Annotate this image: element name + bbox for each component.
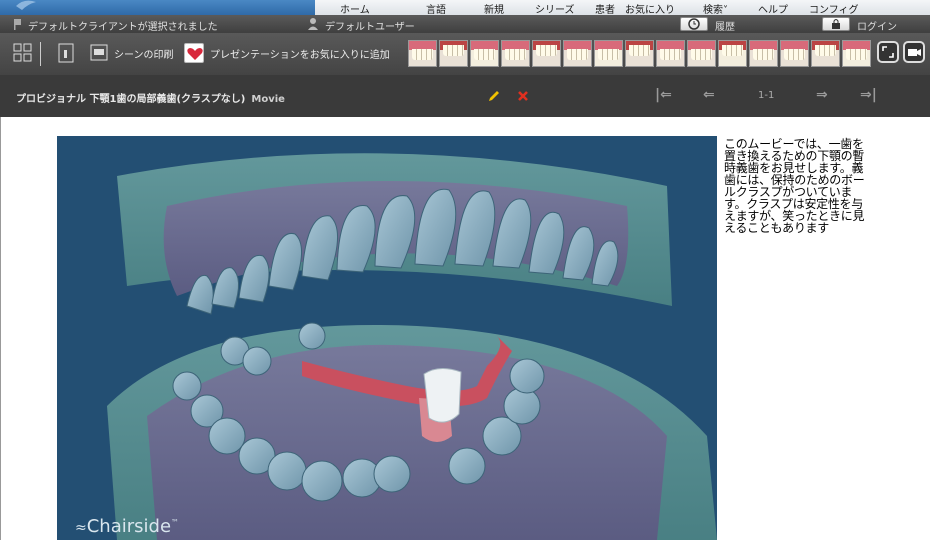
menu-new[interactable]: 新規 — [484, 1, 504, 15]
fullscreen-icon — [882, 46, 894, 58]
login-label: ログイン — [857, 22, 897, 33]
previous-page-icon[interactable]: ⇐ — [703, 87, 715, 103]
menu-patient[interactable]: 患者 — [595, 1, 615, 15]
scene-thumbnail[interactable] — [470, 40, 499, 67]
video-camera-icon — [908, 49, 921, 56]
scene-thumbnail[interactable] — [749, 40, 778, 67]
scene-thumbnail[interactable] — [594, 40, 623, 67]
thumbnail-teeth — [660, 49, 681, 60]
watermark-text: Chairside — [86, 516, 172, 537]
scene-thumbnail[interactable] — [439, 40, 468, 67]
chairside-logo-icon — [16, 0, 36, 11]
scene-thumbnail[interactable] — [408, 40, 437, 67]
status-bar: デフォルトクライアントが選択されました デフォルトユーザー 履歴 ログイン — [0, 15, 930, 33]
toolbar: シーンの印刷 プレゼンテーションをお気に入りに追加 — [0, 33, 930, 75]
media-type-label: Movie — [251, 94, 285, 105]
client-status-text: デフォルトクライアントが選択されました — [28, 22, 218, 33]
thumbnail-teeth — [505, 49, 526, 60]
scene-thumbnail[interactable] — [811, 40, 840, 67]
scene-thumbnail[interactable] — [780, 40, 809, 67]
page-indicator: 1-1 — [758, 90, 775, 101]
presentation-info-icon[interactable] — [56, 43, 76, 63]
thumbnail-teeth — [412, 49, 433, 60]
thumbnail-teeth — [629, 45, 650, 56]
thumbnail-teeth — [536, 45, 557, 56]
scene-thumbnail[interactable] — [687, 40, 716, 67]
scene-thumbnail[interactable] — [563, 40, 592, 67]
thumbnail-teeth — [598, 49, 619, 60]
thumbnail-teeth — [722, 45, 743, 56]
chairside-watermark: ≈Chairside™ — [75, 516, 179, 537]
client-flag-icon — [14, 19, 21, 30]
print-icon[interactable] — [89, 43, 109, 63]
grid-view-icon[interactable] — [13, 43, 33, 63]
history-button[interactable] — [680, 17, 708, 31]
first-page-icon[interactable]: |⇐ — [655, 87, 672, 103]
thumbnail-teeth — [753, 49, 774, 60]
scene-thumbnail[interactable] — [532, 40, 561, 67]
chairside-swoosh-icon: ≈ — [75, 520, 87, 536]
add-favorite-button[interactable]: プレゼンテーションをお気に入りに追加 — [210, 46, 390, 61]
thumbnail-teeth — [443, 45, 464, 56]
thumbnail-teeth — [784, 49, 805, 60]
menu-config[interactable]: コンフィグ — [809, 1, 859, 15]
last-page-icon[interactable]: ⇒| — [860, 87, 877, 103]
lock-icon — [832, 19, 840, 29]
dental-animation-frame — [107, 153, 717, 540]
presentation-title-text: プロビジョナル 下顎1歯の局部義歯(クラスプなし) — [16, 94, 246, 105]
watermark-trademark: ™ — [171, 518, 180, 527]
user-icon — [308, 18, 318, 30]
menu-favorites[interactable]: お気に入り — [625, 1, 675, 15]
thumbnail-teeth — [846, 49, 867, 60]
fullscreen-button[interactable] — [877, 41, 899, 63]
scene-thumbnail[interactable] — [656, 40, 685, 67]
menu-home[interactable]: ホーム — [340, 1, 370, 15]
thumbnail-teeth — [474, 49, 495, 60]
next-page-icon[interactable]: ⇒ — [816, 87, 828, 103]
movie-player[interactable]: ≈Chairside™ — [57, 136, 717, 540]
movie-description: このムービーでは、一歯を置き換えるための下顎の暫時義歯をお見せします。義歯には、… — [724, 137, 865, 235]
scene-thumbnail[interactable] — [625, 40, 654, 67]
menu-language[interactable]: 言語 — [426, 1, 446, 15]
toolbar-divider — [40, 42, 41, 66]
user-status-text: デフォルトユーザー — [325, 22, 415, 33]
menu-search[interactable]: 検索˅ — [703, 1, 728, 15]
presentation-title-bar: プロビジョナル 下顎1歯の局部義歯(クラスプなし) Movie |⇐ ⇐ 1-1 … — [0, 75, 930, 117]
main-menu: ホーム 言語 新規 シリーズ 患者 お気に入り 検索˅ ヘルプ コンフィグ — [315, 0, 930, 15]
login-button[interactable] — [822, 17, 850, 31]
video-mode-button[interactable] — [903, 41, 925, 63]
menu-series[interactable]: シリーズ — [535, 1, 575, 15]
presentation-title: プロビジョナル 下顎1歯の局部義歯(クラスプなし) Movie — [16, 90, 285, 105]
content-border — [0, 117, 1, 540]
menu-help[interactable]: ヘルプ — [758, 1, 788, 15]
delete-x-icon[interactable] — [516, 89, 530, 103]
print-scene-button[interactable]: シーンの印刷 — [114, 46, 174, 61]
thumbnail-teeth — [567, 49, 588, 60]
top-header: ホーム 言語 新規 シリーズ 患者 お気に入り 検索˅ ヘルプ コンフィグ — [0, 0, 930, 15]
dropdown-indicator-icon: ˅ — [723, 5, 728, 15]
scene-thumbnail[interactable] — [501, 40, 530, 67]
history-label: 履歴 — [715, 22, 735, 33]
edit-pencil-icon[interactable] — [487, 89, 501, 103]
favorite-heart-icon[interactable] — [184, 43, 204, 63]
thumbnail-teeth — [691, 49, 712, 60]
scene-thumbnail[interactable] — [842, 40, 871, 67]
clock-icon — [688, 18, 700, 30]
scene-thumbnail[interactable] — [718, 40, 747, 67]
thumbnail-teeth — [815, 45, 836, 56]
